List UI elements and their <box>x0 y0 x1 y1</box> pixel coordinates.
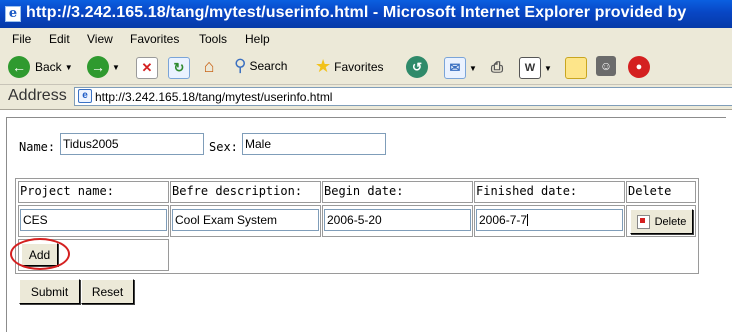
text-caret <box>527 214 529 226</box>
back-dropdown-icon: ▼ <box>64 62 73 72</box>
begin-date-field[interactable]: 2006-5-20 <box>324 209 471 231</box>
print-button[interactable]: ⎙ <box>487 57 507 77</box>
address-input[interactable]: e http://3.242.165.18/tang/mytest/userin… <box>74 87 732 106</box>
ie-page-icon: e <box>5 6 21 22</box>
star-icon: ★ <box>315 56 332 76</box>
discuss-button[interactable] <box>565 57 587 79</box>
menu-bar: File Edit View Favorites Tools Help <box>0 28 732 51</box>
edit-dropdown-icon: ▼ <box>544 63 552 73</box>
menu-file[interactable]: File <box>12 32 31 46</box>
header-description: Befre description: <box>170 181 321 203</box>
note-icon <box>565 57 587 79</box>
menu-view[interactable]: View <box>87 32 113 46</box>
broken-image-icon <box>636 214 650 229</box>
search-icon: ⚲ <box>234 56 247 75</box>
forward-dropdown-icon: ▼ <box>112 62 120 72</box>
history-button[interactable]: ↺ <box>406 56 428 78</box>
edit-button[interactable]: W ▼ <box>519 57 552 79</box>
favorites-button[interactable]: ★ Favorites <box>315 56 384 77</box>
refresh-icon: ↻ <box>168 57 190 79</box>
header-begin-date: Begin date: <box>322 181 473 203</box>
mail-icon: ✉ <box>444 57 466 79</box>
mail-dropdown-icon: ▼ <box>469 63 477 73</box>
research-icon: ● <box>628 56 650 78</box>
messenger-button[interactable]: ☺ <box>596 56 616 76</box>
address-bar: Address e http://3.242.165.18/tang/mytes… <box>0 85 732 110</box>
header-finished-date: Finished date: <box>474 181 625 203</box>
sex-label: Sex: <box>209 140 238 154</box>
stop-button[interactable]: ✕ <box>136 57 158 79</box>
mail-button[interactable]: ✉ ▼ <box>444 57 477 79</box>
messenger-icon: ☺ <box>596 56 616 76</box>
address-label: Address <box>8 87 67 104</box>
refresh-button[interactable]: ↻ <box>168 57 190 79</box>
reset-button[interactable]: Reset <box>81 279 134 304</box>
sex-field[interactable]: Male <box>242 133 386 155</box>
forward-button[interactable]: → ▼ <box>87 56 120 78</box>
delete-label: Delete <box>654 215 687 228</box>
favorites-label: Favorites <box>334 59 384 74</box>
delete-button[interactable]: Delete <box>630 209 693 234</box>
submit-button[interactable]: Submit <box>19 279 80 304</box>
name-label: Name: <box>19 140 56 154</box>
header-delete: Delete <box>626 181 696 203</box>
back-arrow-icon: ← <box>8 56 30 78</box>
name-field[interactable]: Tidus2005 <box>60 133 204 155</box>
finished-date-value: 2006-7-7 <box>479 213 528 227</box>
forward-arrow-icon: → <box>87 56 109 78</box>
search-button[interactable]: ⚲ Search <box>234 56 287 76</box>
history-icon: ↺ <box>406 56 428 78</box>
edit-word-icon: W <box>519 57 541 79</box>
menu-favorites[interactable]: Favorites <box>130 32 179 46</box>
back-button[interactable]: ← Back ▼ <box>8 56 73 78</box>
title-bar[interactable]: e http://3.242.165.18/tang/mytest/userin… <box>0 0 732 28</box>
menu-tools[interactable]: Tools <box>199 32 227 46</box>
page-icon: e <box>78 89 92 103</box>
search-label: Search <box>249 59 288 73</box>
stop-icon: ✕ <box>136 57 158 79</box>
toolbar: ← Back ▼ → ▼ ✕ ↻ ⌂ ⚲ Search ★ Favorites … <box>0 50 732 85</box>
description-field[interactable]: Cool Exam System <box>172 209 319 231</box>
back-label: Back <box>35 60 62 74</box>
research-button[interactable]: ● <box>628 56 650 78</box>
address-url: http://3.242.165.18/tang/mytest/userinfo… <box>95 90 333 104</box>
project-name-field[interactable]: CES <box>20 209 167 231</box>
window-title: http://3.242.165.18/tang/mytest/userinfo… <box>26 4 687 21</box>
header-project-name: Project name: <box>18 181 169 203</box>
print-icon: ⎙ <box>490 58 503 76</box>
menu-edit[interactable]: Edit <box>49 32 70 46</box>
home-button[interactable]: ⌂ <box>199 56 219 76</box>
finished-date-field[interactable]: 2006-7-7 <box>476 209 623 231</box>
menu-help[interactable]: Help <box>245 32 270 46</box>
highlight-circle <box>10 238 70 270</box>
home-icon: ⌂ <box>203 55 215 76</box>
page-content: Name: Tidus2005 Sex: Male Project name: … <box>0 110 732 332</box>
